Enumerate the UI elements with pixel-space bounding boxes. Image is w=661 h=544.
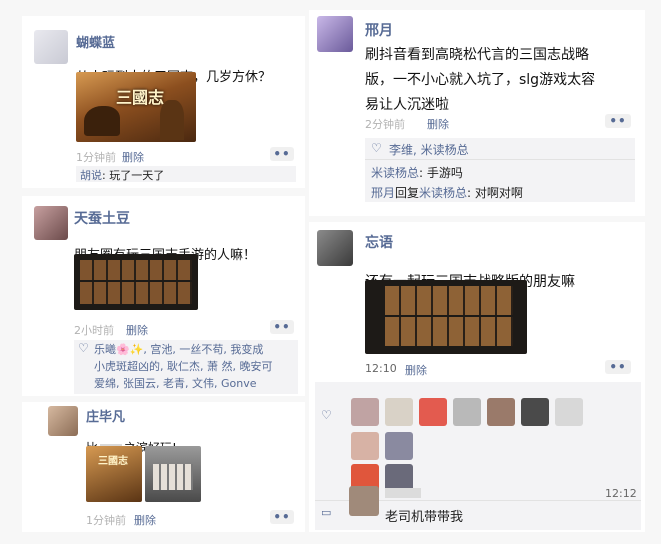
likes-names[interactable]: 乐曦🌸✨, 宫池, 一丝不苟, 我变成 小虎斑超凶的, 耿仁杰, 萧 然, 晚安… bbox=[94, 341, 294, 392]
liker-avatar[interactable] bbox=[351, 432, 379, 460]
avatar[interactable] bbox=[34, 206, 68, 240]
post-card-1: 蝴蝶蓝 从小玩到大的三国志，几岁方休？ 三國志 1分钟前 删除 •• 胡说: 玩… bbox=[22, 16, 305, 188]
post-time: 1分钟前 bbox=[76, 151, 116, 164]
commenter-avatar[interactable] bbox=[349, 486, 379, 516]
card-grid-row-divider bbox=[385, 315, 513, 317]
post-card-2: 天蚕土豆 朋友圈有玩三国志手游的人嘛！ 2小时前 删除 •• ♡ 乐曦🌸✨, 宫… bbox=[22, 196, 305, 396]
game-scene-image[interactable] bbox=[145, 446, 201, 502]
poster-title: 三國志 bbox=[98, 456, 128, 467]
comment-line: 邢月回复米读杨总: 对啊对啊 bbox=[371, 184, 523, 201]
delete-link[interactable]: 删除 bbox=[134, 512, 156, 528]
comment-text: 对啊对啊 bbox=[474, 186, 523, 200]
more-actions-button[interactable]: •• bbox=[270, 147, 294, 161]
avatar[interactable] bbox=[317, 230, 353, 266]
comment-author[interactable]: 邢月 bbox=[371, 186, 395, 200]
post-card-5: 忘语 还有一起玩三国志战略版的朋友嘛 12:10 删除 •• ♡ ▭ 12:12… bbox=[309, 222, 645, 532]
comment-separator: : bbox=[467, 186, 475, 200]
comment-text: 玩了一天了 bbox=[109, 169, 165, 182]
avatar[interactable] bbox=[317, 16, 353, 52]
delete-link[interactable]: 删除 bbox=[126, 322, 148, 338]
comment-area: ♡ 李维, 米读杨总 米读杨总: 手游吗 邢月回复米读杨总: 对啊对啊 bbox=[365, 138, 635, 202]
author-name[interactable]: 庄毕凡 bbox=[86, 406, 125, 425]
comment-author[interactable]: 胡说 bbox=[80, 169, 102, 182]
comment-author[interactable]: 米读杨总 bbox=[371, 166, 419, 180]
heart-icon: ♡ bbox=[371, 141, 382, 155]
reply-word: 回复 bbox=[395, 186, 420, 200]
more-actions-button[interactable]: •• bbox=[270, 510, 294, 524]
more-actions-button[interactable]: •• bbox=[605, 360, 631, 374]
liker-avatar[interactable] bbox=[453, 398, 481, 426]
comment-time: 12:12 bbox=[605, 487, 637, 500]
game-poster-image[interactable]: 三國志 bbox=[76, 72, 196, 142]
comment-area: 胡说: 玩了一天了 bbox=[76, 166, 296, 182]
game-screenshot-image[interactable] bbox=[74, 254, 198, 310]
post-time: 12:10 bbox=[365, 362, 397, 375]
post-time: 2分钟前 bbox=[365, 118, 405, 131]
comment-line: 胡说: 玩了一天了 bbox=[80, 167, 164, 183]
interaction-area: ♡ ▭ 12:12 老司机带带我 bbox=[315, 382, 641, 530]
author-name[interactable]: 天蚕土豆 bbox=[74, 208, 130, 228]
scene-building-shape bbox=[153, 464, 193, 490]
reply-target[interactable]: 米读杨总 bbox=[419, 186, 467, 200]
post-card-4: 邢月 刷抖音看到高晓松代言的三国志战略 版，一不小心就入坑了，slg游戏太容 易… bbox=[309, 10, 645, 216]
post-card-3: 庄毕凡 比之滨好玩! 三國志 1分钟前 删除 •• bbox=[22, 402, 305, 532]
game-poster-image[interactable]: 三國志 bbox=[86, 446, 142, 502]
comment-line: 米读杨总: 手游吗 bbox=[371, 164, 463, 181]
delete-link[interactable]: 删除 bbox=[405, 362, 427, 378]
avatar[interactable] bbox=[48, 406, 78, 436]
heart-icon: ♡ bbox=[321, 408, 332, 422]
post-time: 2小时前 bbox=[74, 324, 114, 337]
poster-horse-shape bbox=[84, 106, 120, 136]
post-text: 刷抖音看到高晓松代言的三国志战略 版，一不小心就入坑了，slg游戏太容 易让人沉… bbox=[365, 47, 596, 113]
heart-icon: ♡ bbox=[78, 341, 89, 355]
post-time: 1分钟前 bbox=[86, 514, 126, 527]
liker-avatar[interactable] bbox=[521, 398, 549, 426]
poster-title: 三國志 bbox=[116, 88, 165, 107]
liker-avatar[interactable] bbox=[385, 432, 413, 460]
liker-avatar[interactable] bbox=[419, 398, 447, 426]
author-name[interactable]: 蝴蝶蓝 bbox=[76, 32, 115, 51]
delete-link[interactable]: 删除 bbox=[122, 149, 144, 165]
comment-text: 老司机带带我 bbox=[385, 510, 464, 525]
game-screenshot-image[interactable] bbox=[365, 280, 527, 354]
comment-separator: : bbox=[419, 166, 427, 180]
author-name[interactable]: 忘语 bbox=[365, 232, 393, 252]
card-grid-row-divider bbox=[80, 280, 192, 282]
comment-text: 手游吗 bbox=[426, 166, 463, 180]
liker-avatar[interactable] bbox=[487, 398, 515, 426]
commenter-name-blurred bbox=[385, 488, 421, 498]
liker-avatar[interactable] bbox=[385, 398, 413, 426]
card-grid bbox=[80, 260, 192, 304]
likes-divider bbox=[365, 159, 635, 160]
avatar[interactable] bbox=[34, 30, 68, 64]
likes-area: ♡ 乐曦🌸✨, 宫池, 一丝不苟, 我变成 小虎斑超凶的, 耿仁杰, 萧 然, … bbox=[74, 340, 298, 394]
more-actions-button[interactable]: •• bbox=[270, 320, 294, 334]
delete-link[interactable]: 删除 bbox=[427, 116, 449, 132]
liker-avatar[interactable] bbox=[351, 398, 379, 426]
more-actions-button[interactable]: •• bbox=[605, 114, 631, 128]
author-name[interactable]: 邢月 bbox=[365, 20, 393, 40]
comment-icon: ▭ bbox=[321, 506, 332, 519]
poster-warrior-shape bbox=[160, 100, 184, 140]
likes-names[interactable]: 李维, 米读杨总 bbox=[389, 141, 469, 158]
liker-avatar[interactable] bbox=[555, 398, 583, 426]
